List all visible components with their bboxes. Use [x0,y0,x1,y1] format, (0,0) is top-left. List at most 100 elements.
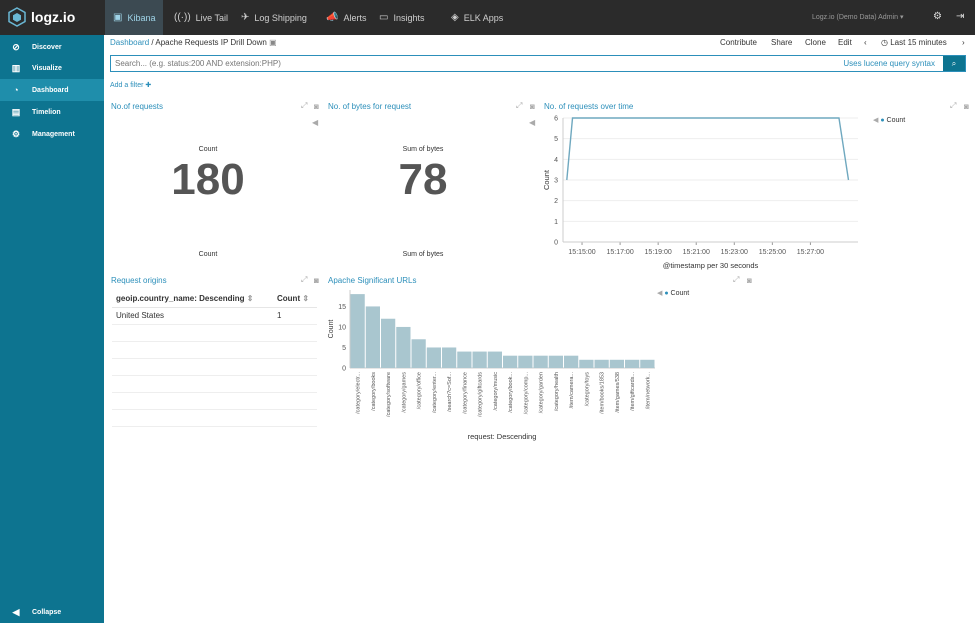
logo[interactable]: logz.io [8,6,75,28]
table-row-empty [112,324,317,342]
x-tick-label: /category/enter... [432,372,438,413]
camera-icon[interactable]: ◙ [314,276,319,285]
nav-live-tail[interactable]: ((·)) Live Tail [166,0,236,35]
bar [579,359,594,368]
sidebar-item-label: Management [32,130,75,138]
chevron-down-icon: ▾ [899,14,904,21]
metric-label-bottom: Sum of bytes [402,251,444,258]
expand-icon[interactable]: ⤢ [516,101,522,111]
sidebar-item-label: Visualize [32,64,62,72]
nav-kibana[interactable]: ▣ Kibana [105,0,164,35]
share-button[interactable]: Share [771,38,792,47]
x-tick-label: /category/finance [462,372,468,414]
legend-toggle-and-entry[interactable]: ◀ ● Count [657,289,689,297]
bar [472,351,487,368]
sidebar-item-label: Dashboard [32,86,69,94]
panel-title-bytes: No. of bytes for request [328,102,412,111]
sidebar-item-management[interactable]: ⚙ Management [0,123,104,145]
y-tick-label: 0 [554,240,558,247]
column-header-label: Count [277,294,301,304]
x-tick-label: 15:21:00 [683,249,710,256]
metric-label-top: Sum of bytes [402,146,444,153]
sidebar-item-label: Timelion [32,108,61,116]
bar [381,318,396,368]
nav-kibana-label: Kibana [127,12,156,23]
y-tick-label: 6 [554,116,558,123]
bar [442,347,457,368]
legend-dot-icon: ● [664,290,669,297]
breadcrumb-separator: / [151,38,154,47]
camera-icon[interactable]: ◙ [964,102,969,111]
expand-icon[interactable]: ⤢ [950,101,956,111]
y-tick-label: 15 [338,304,346,311]
table-row-empty [112,409,317,427]
x-tick-label: /category/office [417,372,423,409]
sidebar-item-dashboard[interactable]: ◔ Dashboard [0,79,104,101]
x-tick-label: /category/music [493,372,499,411]
user-menu[interactable]: Logz.io (Demo Data) Admin ▾ [812,13,903,21]
settings-gear-icon[interactable]: ⚙ [933,11,942,22]
gear-icon: ⚙ [11,128,21,139]
brand-name: logz.io [31,9,76,25]
y-axis-title: Count [542,169,551,190]
lucene-syntax-link[interactable]: Uses lucene query syntax [843,59,935,68]
metric-value-bytes: 78 [398,155,448,204]
camera-icon[interactable]: ▣ [269,38,277,47]
nav-elk-apps[interactable]: ◈ ELK Apps [443,0,511,35]
expand-icon[interactable]: ⤢ [301,275,307,285]
nav-insights[interactable]: ▭ Insights [371,0,432,35]
top-bar: logz.io ▣ Kibana ((·)) Live Tail ✈ Log S… [0,0,975,35]
x-tick-label: /category/comp... [523,372,529,415]
time-next-icon[interactable]: › [962,38,965,47]
x-tick-label: /category/book... [508,372,514,413]
add-filter-label: Add a filter [110,82,144,89]
sidebar-item-discover[interactable]: ⊘ Discover [0,36,104,58]
column-header-count[interactable]: Count ⇕ [277,291,317,308]
camera-icon[interactable]: ◙ [747,276,752,285]
column-header-country[interactable]: geoip.country_name: Descending ⇕ [112,291,277,308]
camera-icon[interactable]: ◙ [314,102,319,111]
log-shipping-icon: ✈ [241,12,250,23]
y-tick-label: 2 [554,198,558,205]
x-tick-label: /category/giftcards [478,372,484,417]
nav-insights-label: Insights [393,12,425,23]
sidebar-item-visualize[interactable]: ▥ Visualize [0,57,104,79]
add-filter-link[interactable]: Add a filter ✚ [110,81,151,89]
y-tick-label: 10 [338,324,346,331]
contribute-button[interactable]: Contribute [720,38,757,47]
breadcrumb-root[interactable]: Dashboard [110,38,149,47]
nav-log-shipping[interactable]: ✈ Log Shipping [233,0,315,35]
bar [564,355,579,368]
edit-button[interactable]: Edit [838,38,852,47]
time-picker[interactable]: ◷ Last 15 minutes [881,38,947,47]
nav-alerts[interactable]: 📣 Alerts [318,0,374,35]
x-tick-label: /category/electr... [356,372,362,414]
bar [457,351,472,368]
expand-icon[interactable]: ⤢ [733,275,739,285]
page-title: Apache Requests IP Drill Down [155,38,267,47]
insights-icon: ▭ [379,12,389,23]
search-button[interactable]: ⌕ [943,56,965,71]
expand-icon[interactable]: ⤢ [301,101,307,111]
time-prev-icon[interactable]: ‹ [864,38,867,47]
camera-icon[interactable]: ◙ [530,102,535,111]
legend-toggle-icon[interactable]: ◀ [312,118,318,127]
sidebar-item-label: Discover [32,43,62,51]
sidebar-collapse[interactable]: ◀ Collapse [0,601,104,623]
x-tick-label: /category/books [371,372,377,411]
elk-apps-icon: ◈ [451,12,459,23]
legend-toggle-and-entry[interactable]: ◀ ● Count [873,116,905,124]
bar [426,347,441,368]
bar [503,355,518,368]
y-tick-label: 5 [554,136,558,143]
bar [411,339,426,368]
bar [518,355,533,368]
x-tick-label: /item/camera... [569,372,575,409]
x-tick-label: 15:15:00 [568,249,595,256]
logout-icon[interactable]: ⇥ [956,11,964,22]
sidebar-item-timelion[interactable]: ▤ Timelion [0,101,104,123]
clone-button[interactable]: Clone [805,38,826,47]
sidebar-collapse-label: Collapse [32,608,62,616]
logo-cube-icon [8,7,26,27]
search-input[interactable] [115,57,815,70]
